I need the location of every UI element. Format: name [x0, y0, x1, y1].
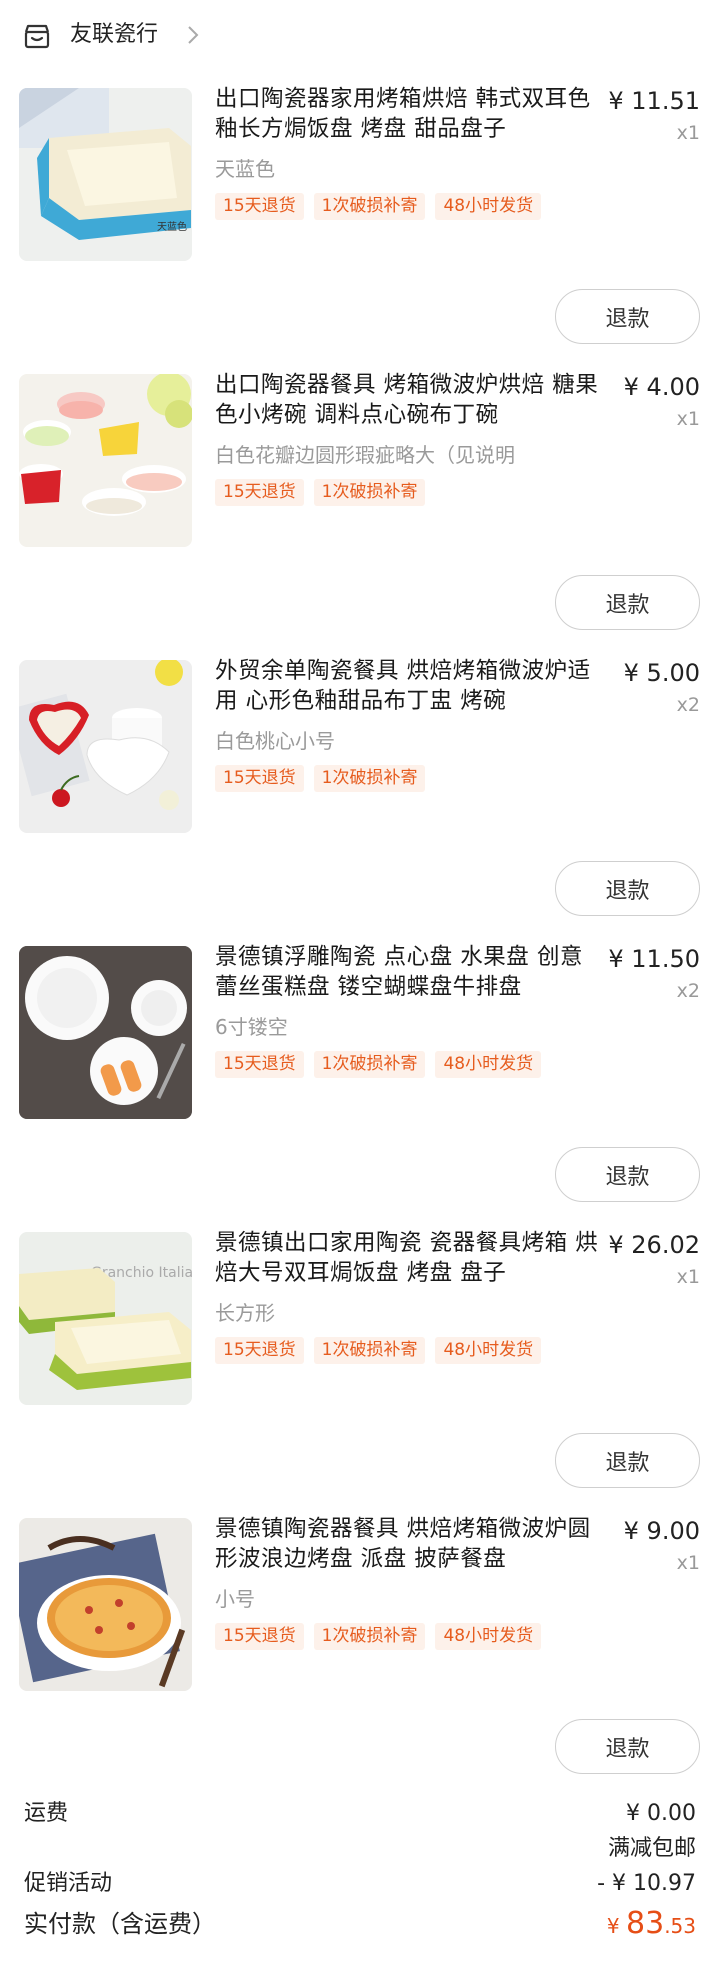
product-sku: 天蓝色	[215, 157, 275, 181]
product-sku: 小号	[215, 1587, 255, 1611]
shop-icon	[23, 23, 51, 49]
tag-return: 15天退货	[215, 1623, 304, 1650]
order-item[interactable]: 外贸余单陶瓷餐具 烘焙烤箱微波炉适用 心形色釉甜品布丁盅 烤碗 白色桃心小号 1…	[0, 658, 720, 946]
thumb-caption: 天蓝色	[157, 220, 187, 233]
refund-button[interactable]: 退款	[555, 1719, 700, 1774]
shipping-label: 运费	[24, 1801, 69, 1826]
product-qty: x1	[676, 122, 700, 144]
shop-name[interactable]: 友联瓷行	[70, 18, 158, 52]
product-title[interactable]: 外贸余单陶瓷餐具 烘焙烤箱微波炉适用 心形色釉甜品布丁盅 烤碗	[215, 656, 605, 716]
shipping-value: ¥ 0.00	[626, 1801, 696, 1826]
product-qty: x2	[676, 980, 700, 1002]
tag-breakage: 1次破损补寄	[313, 1051, 426, 1078]
tag-return: 15天退货	[215, 1337, 304, 1364]
service-tags: 15天退货 1次破损补寄	[215, 479, 426, 507]
paid-currency: ¥	[606, 1914, 626, 1938]
tag-breakage: 1次破损补寄	[313, 479, 426, 506]
product-price: ¥ 4.00	[623, 373, 700, 401]
tag-return: 15天退货	[215, 765, 304, 792]
paid-amount: ¥ 83.53	[607, 1904, 696, 1947]
service-tags: 15天退货 1次破损补寄 48小时发货	[215, 1337, 542, 1365]
refund-button[interactable]: 退款	[555, 575, 700, 630]
product-title[interactable]: 景德镇陶瓷器餐具 烘焙烤箱微波炉圆形波浪边烤盘 派盘 披萨餐盘	[215, 1514, 605, 1574]
tag-ship: 48小时发货	[435, 193, 542, 220]
refund-button[interactable]: 退款	[555, 1147, 700, 1202]
service-tags: 15天退货 1次破损补寄 48小时发货	[215, 1623, 542, 1651]
paid-label: 实付款（含运费）	[24, 1910, 216, 1938]
product-qty: x1	[676, 1266, 700, 1288]
order-item[interactable]: 景德镇浮雕陶瓷 点心盘 水果盘 创意蕾丝蛋糕盘 镂空蝴蝶盘牛排盘 6寸镂空 15…	[0, 944, 720, 1232]
chevron-right-icon	[183, 22, 203, 48]
refund-button[interactable]: 退款	[555, 861, 700, 916]
tag-breakage: 1次破损补寄	[313, 1623, 426, 1650]
product-title[interactable]: 出口陶瓷器家用烤箱烘焙 韩式双耳色釉长方焗饭盘 烤盘 甜品盘子	[215, 84, 605, 144]
product-image[interactable]	[19, 946, 192, 1119]
product-sku: 白色桃心小号	[215, 729, 335, 753]
service-tags: 15天退货 1次破损补寄 48小时发货	[215, 193, 542, 221]
product-image[interactable]: Granchio Italia	[19, 1232, 192, 1405]
product-sku: 白色花瓣边圆形瑕疵略大（见说明	[215, 443, 515, 467]
refund-button[interactable]: 退款	[555, 1433, 700, 1488]
paid-dec: .53	[664, 1914, 696, 1938]
product-image[interactable]	[19, 660, 192, 833]
product-qty: x1	[676, 1552, 700, 1574]
order-item[interactable]: Granchio Italia 景德镇出口家用陶瓷 瓷器餐具烤箱 烘焙大号双耳焗…	[0, 1230, 720, 1518]
product-title[interactable]: 景德镇浮雕陶瓷 点心盘 水果盘 创意蕾丝蛋糕盘 镂空蝴蝶盘牛排盘	[215, 942, 605, 1002]
product-price: ¥ 5.00	[623, 659, 700, 687]
order-item[interactable]: 出口陶瓷器餐具 烤箱微波炉烘焙 糖果色小烤碗 调料点心碗布丁碗 白色花瓣边圆形瑕…	[0, 372, 720, 660]
order-summary: 运费 ¥ 0.00 满减包邮 促销活动 - ¥ 10.97 实付款（含运费） ¥…	[0, 1798, 720, 1981]
product-title[interactable]: 出口陶瓷器餐具 烤箱微波炉烘焙 糖果色小烤碗 调料点心碗布丁碗	[215, 370, 605, 430]
service-tags: 15天退货 1次破损补寄 48小时发货	[215, 1051, 542, 1079]
tag-return: 15天退货	[215, 1051, 304, 1078]
product-sku: 长方形	[215, 1301, 275, 1325]
tag-ship: 48小时发货	[435, 1623, 542, 1650]
product-image[interactable]	[19, 1518, 192, 1691]
order-item[interactable]: 景德镇陶瓷器餐具 烘焙烤箱微波炉圆形波浪边烤盘 派盘 披萨餐盘 小号 15天退货…	[0, 1516, 720, 1804]
tag-breakage: 1次破损补寄	[313, 193, 426, 220]
tag-breakage: 1次破损补寄	[313, 765, 426, 792]
order-item[interactable]: 天蓝色 出口陶瓷器家用烤箱烘焙 韩式双耳色釉长方焗饭盘 烤盘 甜品盘子 天蓝色 …	[0, 86, 720, 374]
refund-button[interactable]: 退款	[555, 289, 700, 344]
paid-row: 实付款（含运费） ¥ 83.53	[24, 1904, 696, 1946]
product-title[interactable]: 景德镇出口家用陶瓷 瓷器餐具烤箱 烘焙大号双耳焗饭盘 烤盘 盘子	[215, 1228, 605, 1288]
product-image[interactable]: 天蓝色	[19, 88, 192, 261]
shop-header[interactable]: 友联瓷行	[0, 0, 720, 72]
tag-return: 15天退货	[215, 193, 304, 220]
product-image[interactable]	[19, 374, 192, 547]
promo-label: 促销活动	[24, 1871, 113, 1896]
product-price: ¥ 9.00	[623, 1517, 700, 1545]
tag-ship: 48小时发货	[435, 1337, 542, 1364]
tag-ship: 48小时发货	[435, 1051, 542, 1078]
product-price: ¥ 26.02	[608, 1231, 700, 1259]
product-sku: 6寸镂空	[215, 1015, 288, 1039]
promo-value: - ¥ 10.97	[597, 1871, 696, 1896]
product-price: ¥ 11.50	[608, 945, 700, 973]
shipping-note: 满减包邮	[607, 1836, 696, 1861]
product-price: ¥ 11.51	[608, 87, 700, 115]
product-qty: x2	[676, 694, 700, 716]
tag-breakage: 1次破损补寄	[313, 1337, 426, 1364]
paid-int: 83	[626, 1906, 665, 1941]
tag-return: 15天退货	[215, 479, 304, 506]
product-qty: x1	[676, 408, 700, 430]
service-tags: 15天退货 1次破损补寄	[215, 765, 426, 793]
